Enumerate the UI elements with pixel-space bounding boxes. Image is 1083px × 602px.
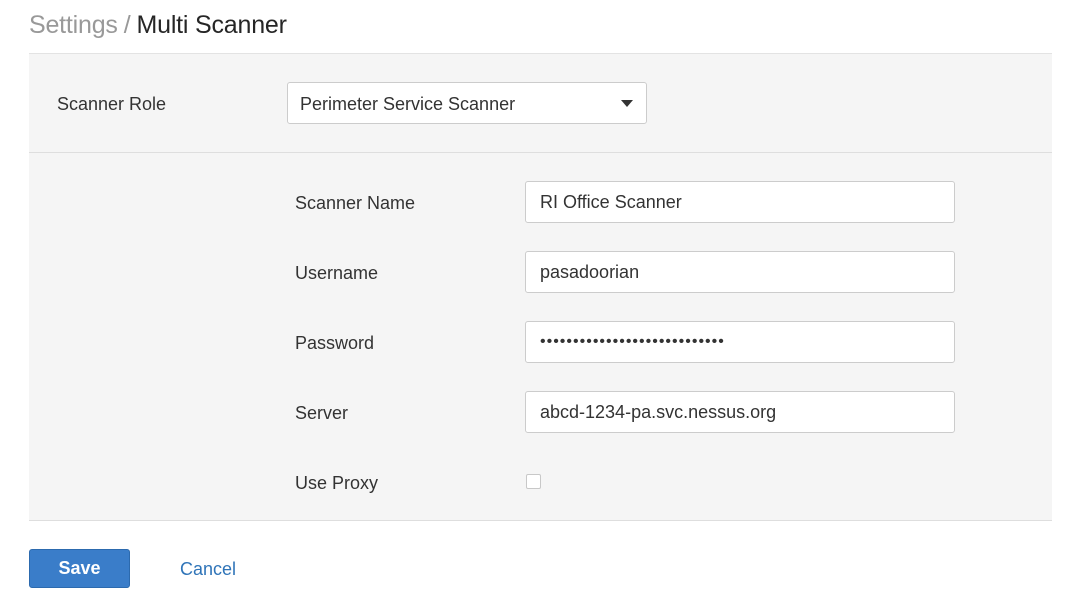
scanner-role-select[interactable]: Perimeter Service Scanner bbox=[287, 82, 647, 124]
cancel-link[interactable]: Cancel bbox=[180, 558, 236, 580]
scanner-role-label: Scanner Role bbox=[57, 94, 167, 114]
username-label: Username bbox=[295, 263, 379, 283]
scanner-details-panel: Scanner Name Username Password Server Us… bbox=[29, 153, 1052, 521]
server-label: Server bbox=[295, 403, 349, 423]
page-title: Multi Scanner bbox=[136, 11, 287, 39]
scanner-name-input[interactable] bbox=[525, 181, 955, 223]
password-label: Password bbox=[295, 333, 375, 353]
breadcrumb: Settings / Multi Scanner bbox=[29, 8, 287, 42]
server-input[interactable] bbox=[525, 391, 955, 433]
scanner-role-row: Scanner Role Perimeter Service Scanner bbox=[29, 53, 1052, 153]
use-proxy-label: Use Proxy bbox=[295, 473, 379, 493]
caret-down-icon bbox=[621, 100, 633, 107]
save-button[interactable]: Save bbox=[29, 549, 130, 588]
password-input[interactable] bbox=[525, 321, 955, 363]
scanner-role-selected-value: Perimeter Service Scanner bbox=[300, 94, 516, 114]
breadcrumb-separator: / bbox=[123, 11, 131, 39]
scanner-name-label: Scanner Name bbox=[295, 193, 416, 213]
multi-scanner-settings-page: Settings / Multi Scanner Scanner Role Peri… bbox=[0, 0, 1083, 602]
use-proxy-checkbox[interactable] bbox=[526, 474, 541, 489]
breadcrumb-settings-link[interactable]: Settings bbox=[29, 11, 118, 39]
username-input[interactable] bbox=[525, 251, 955, 293]
